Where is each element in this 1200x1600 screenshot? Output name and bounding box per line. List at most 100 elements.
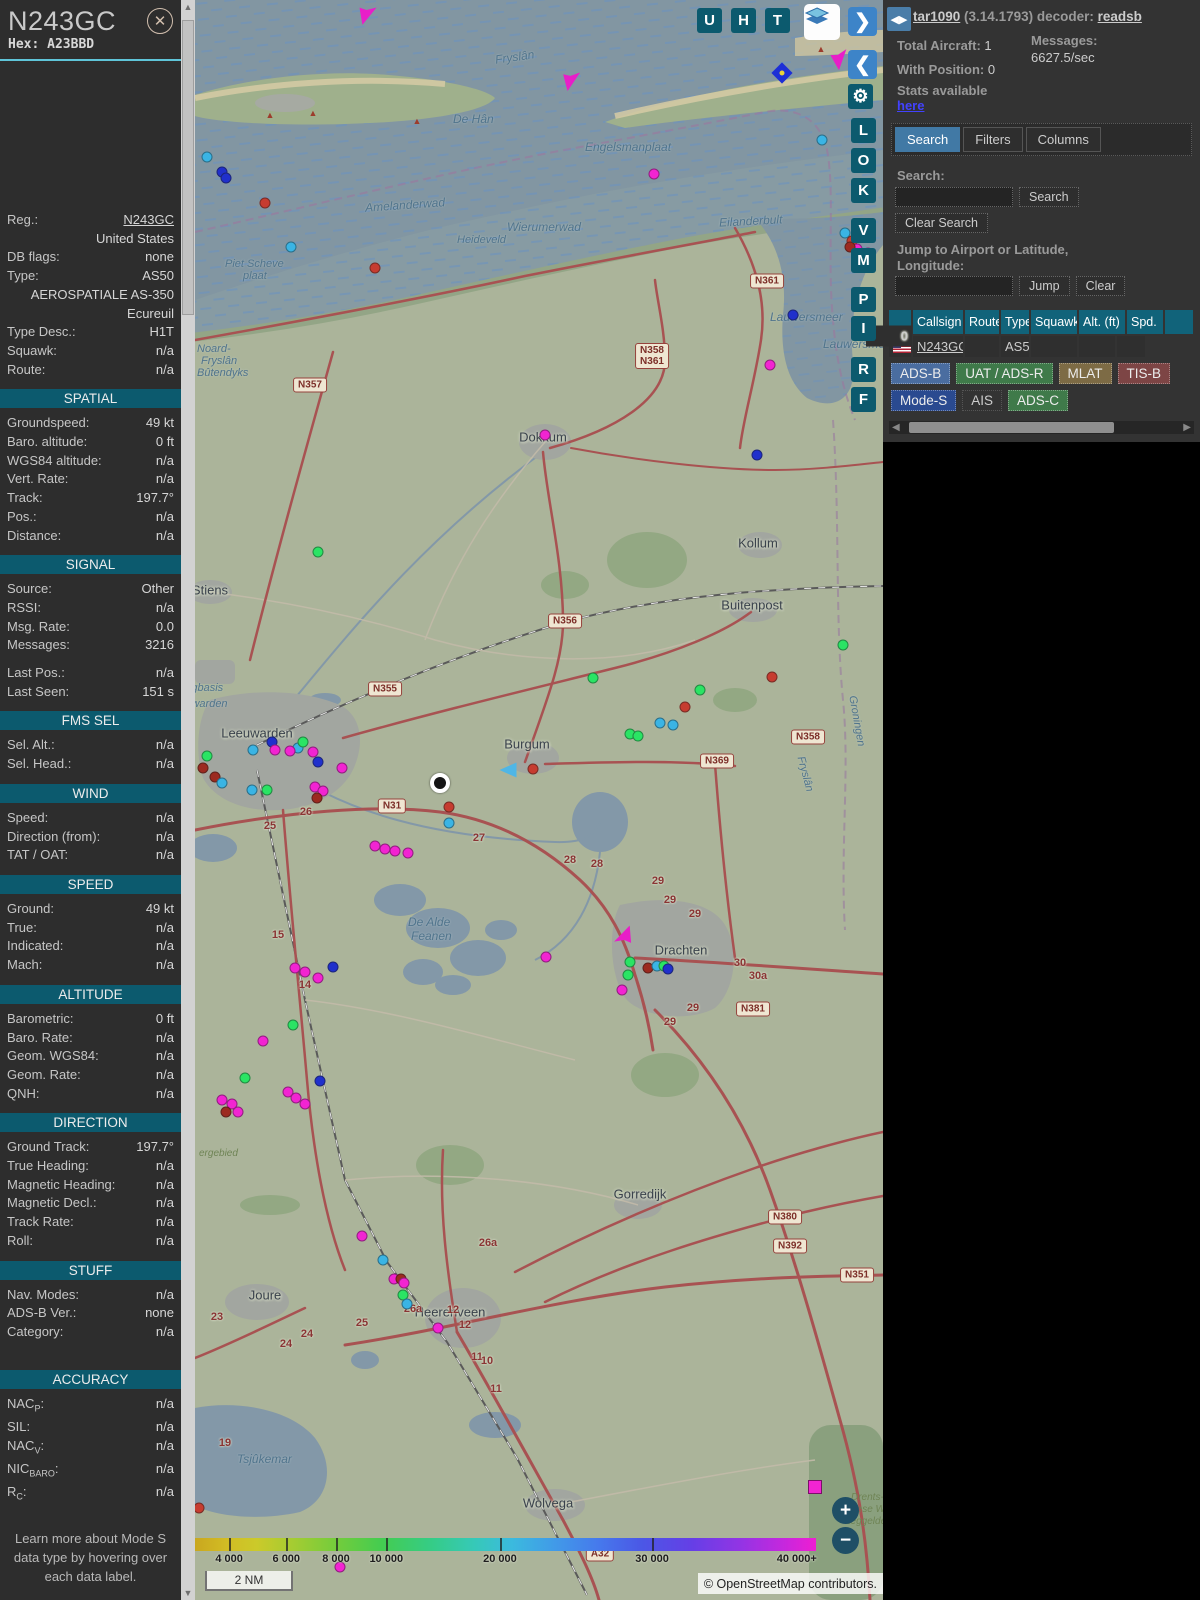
aircraft-dot[interactable] (201, 750, 213, 762)
aircraft-dot[interactable] (816, 134, 828, 146)
readsb-link[interactable]: readsb (1098, 9, 1142, 24)
aircraft-dot[interactable] (201, 151, 213, 163)
aircraft-dot[interactable] (284, 745, 296, 757)
map-button-f[interactable]: F (851, 387, 876, 412)
panel-toggle-button[interactable]: ◀▶ (887, 7, 911, 31)
zoom-out-button[interactable]: − (832, 1527, 859, 1554)
aircraft-dot[interactable] (654, 717, 666, 729)
map-button-i[interactable]: I (851, 316, 876, 341)
jump-input[interactable] (895, 276, 1013, 296)
aircraft-dot[interactable] (398, 1277, 410, 1289)
map-button-k[interactable]: K (851, 178, 876, 203)
clear-search-button[interactable]: Clear Search (895, 213, 988, 233)
collapse-sidebar-button[interactable]: ❮ (848, 50, 877, 79)
aircraft-dot[interactable] (299, 966, 311, 978)
map-button-h[interactable]: H (731, 8, 756, 33)
aircraft-dot[interactable] (679, 701, 691, 713)
aircraft-dot[interactable] (751, 449, 763, 461)
aircraft-dot[interactable] (389, 845, 401, 857)
aircraft-square-marker[interactable] (808, 1480, 822, 1494)
aircraft-dot[interactable] (327, 961, 339, 973)
aircraft-dot[interactable] (336, 762, 348, 774)
sidebar-scrollbar[interactable]: ▲ ▼ (181, 0, 195, 1600)
jump-clear-button[interactable]: Clear (1075, 276, 1126, 296)
aircraft-dot[interactable] (312, 972, 324, 984)
aircraft-dot[interactable] (540, 951, 552, 963)
aircraft-dot[interactable] (443, 817, 455, 829)
aircraft-dot[interactable] (297, 736, 309, 748)
legend-chip-ais[interactable]: AIS (962, 390, 1003, 411)
aircraft-dot[interactable] (285, 241, 297, 253)
table-row[interactable]: N243GC AS50 0 (866, 325, 1196, 357)
scroll-up-icon[interactable]: ▲ (181, 2, 195, 12)
aircraft-dot[interactable] (312, 546, 324, 558)
aircraft-dot[interactable] (443, 801, 455, 813)
aircraft-dot[interactable] (259, 197, 271, 209)
aircraft-dot[interactable] (837, 639, 849, 651)
aircraft-dot[interactable] (648, 168, 660, 180)
column-header[interactable] (1165, 310, 1193, 334)
aircraft-dot[interactable] (632, 730, 644, 742)
aircraft-dot[interactable] (232, 1106, 244, 1118)
column-header[interactable]: Type (1001, 310, 1029, 334)
layers-icon[interactable] (804, 4, 840, 40)
aircraft-dot[interactable] (356, 1230, 368, 1242)
column-header[interactable]: Callsign (913, 310, 963, 334)
tab-filters[interactable]: Filters (963, 127, 1023, 152)
legend-chip-mode-s[interactable]: Mode-S (891, 390, 957, 411)
aircraft-dot[interactable] (402, 847, 414, 859)
aircraft-dot[interactable] (432, 1322, 444, 1334)
aircraft-dot[interactable] (527, 763, 539, 775)
column-header[interactable]: Alt. (ft) (1079, 310, 1125, 334)
aircraft-dot[interactable] (624, 956, 636, 968)
tar1090-link[interactable]: tar1090 (913, 9, 960, 24)
aircraft-dot[interactable] (766, 671, 778, 683)
map-button-u[interactable]: U (697, 8, 722, 33)
aircraft-dot[interactable] (539, 429, 551, 441)
column-header[interactable]: Route (965, 310, 999, 334)
column-header[interactable]: Squawk (1031, 310, 1077, 334)
zoom-in-button[interactable]: + (832, 1497, 859, 1524)
aircraft-dot[interactable] (369, 262, 381, 274)
legend-chip-ads-b[interactable]: ADS-B (891, 363, 951, 384)
selected-aircraft-marker[interactable] (430, 773, 450, 793)
map-button-p[interactable]: P (851, 287, 876, 312)
aircraft-dot[interactable] (764, 359, 776, 371)
aircraft-dot[interactable] (314, 1075, 326, 1087)
aircraft-dot[interactable] (246, 784, 258, 796)
aircraft-dot[interactable] (257, 1035, 269, 1047)
aircraft-dot[interactable] (220, 172, 232, 184)
aircraft-dot[interactable] (299, 1098, 311, 1110)
map-button-v[interactable]: V (851, 218, 876, 243)
map-button-r[interactable]: R (851, 357, 876, 382)
legend-chip-ads-c[interactable]: ADS-C (1008, 390, 1069, 411)
close-icon[interactable]: ✕ (147, 8, 173, 34)
aircraft-dot[interactable] (269, 744, 281, 756)
aircraft-dot[interactable] (216, 777, 228, 789)
jump-button[interactable]: Jump (1019, 276, 1070, 296)
aircraft-dot[interactable] (311, 792, 323, 804)
aircraft-dot[interactable] (694, 684, 706, 696)
scroll-right-icon[interactable]: ▶ (1183, 421, 1191, 434)
map-button-m[interactable]: M (851, 248, 876, 273)
aircraft-dot[interactable] (667, 719, 679, 731)
aircraft-dot[interactable] (312, 756, 324, 768)
scroll-down-icon[interactable]: ▼ (181, 1588, 195, 1598)
aircraft-dot[interactable] (662, 963, 674, 975)
map-button-t[interactable]: T (765, 8, 790, 33)
aircraft-dot[interactable] (220, 1106, 232, 1118)
search-button[interactable]: Search (1019, 187, 1079, 207)
aircraft-dot[interactable] (239, 1072, 251, 1084)
aircraft-dot[interactable] (587, 672, 599, 684)
scrollbar-thumb[interactable] (182, 20, 194, 315)
aircraft-dot[interactable] (247, 744, 259, 756)
map-button-o[interactable]: O (851, 148, 876, 173)
map-button-l[interactable]: L (851, 118, 876, 143)
column-header[interactable]: Spd. (1127, 310, 1163, 334)
aircraft-dot[interactable] (616, 984, 628, 996)
scroll-left-icon[interactable]: ◀ (892, 421, 900, 434)
callsign-link[interactable]: N243GC (913, 336, 963, 357)
tab-columns[interactable]: Columns (1025, 127, 1101, 152)
aircraft-dot[interactable] (287, 1019, 299, 1031)
stats-here-link[interactable]: here (897, 98, 924, 113)
